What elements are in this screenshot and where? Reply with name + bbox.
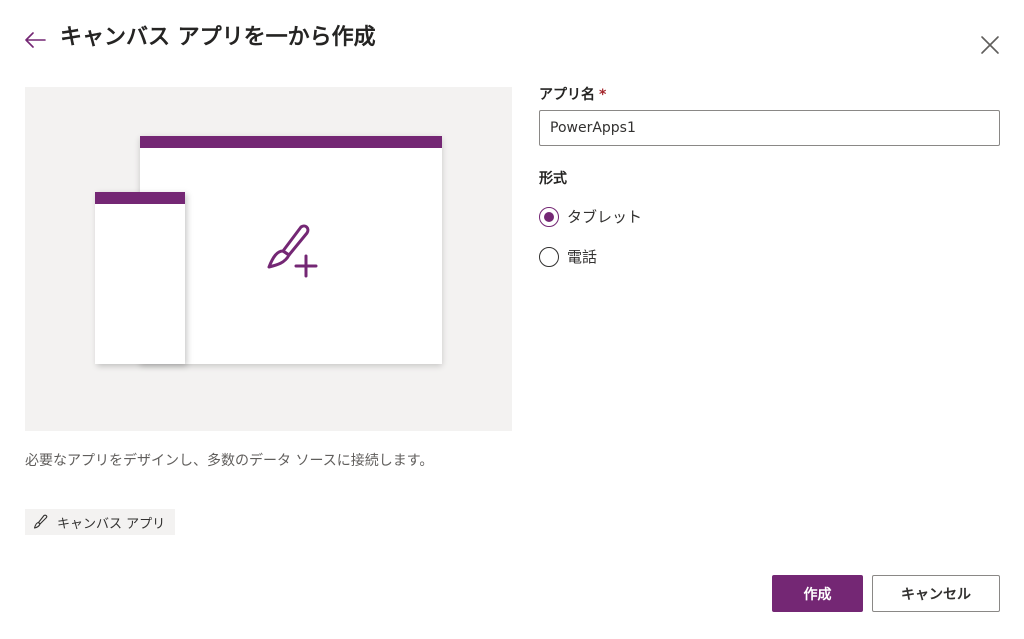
format-option-tablet-label: タブレット <box>567 208 643 226</box>
required-mark: * <box>599 87 607 103</box>
format-option-phone[interactable]: 電話 <box>539 246 597 267</box>
app-description: 必要なアプリをデザインし、多数のデータ ソースに接続します。 <box>25 453 434 469</box>
create-canvas-app-dialog: キャンバス アプリを一から作成 必要なアプリをデザインし、多数のデータ ソースに… <box>0 0 1024 639</box>
phone-mockup <box>95 192 185 364</box>
format-option-phone-label: 電話 <box>567 248 598 266</box>
radio-button-checked[interactable] <box>539 206 559 227</box>
dialog-title: キャンバス アプリを一から作成 <box>60 25 376 50</box>
canvas-app-tag: キャンバス アプリ <box>25 509 176 535</box>
app-name-label: アプリ名 * <box>539 84 606 104</box>
radio-button-unchecked[interactable] <box>539 246 559 267</box>
close-button[interactable] <box>978 33 1002 57</box>
phone-header-bar <box>95 192 185 204</box>
create-button[interactable]: 作成 <box>772 575 863 612</box>
tag-label: キャンバス アプリ <box>57 516 166 532</box>
app-name-label-text: アプリ名 <box>539 87 595 103</box>
paintbrush-plus-icon <box>267 224 318 278</box>
cancel-button[interactable]: キャンセル <box>872 575 1000 612</box>
radio-dot <box>544 211 554 222</box>
app-illustration <box>25 87 512 431</box>
arrow-left-icon <box>25 32 46 48</box>
format-label: 形式 <box>539 171 567 187</box>
tablet-header-bar <box>140 136 442 148</box>
paintbrush-icon <box>33 514 48 529</box>
format-option-tablet[interactable]: タブレット <box>539 206 642 227</box>
close-icon <box>981 36 999 54</box>
app-name-input[interactable] <box>539 110 1000 146</box>
back-button[interactable] <box>22 27 48 53</box>
